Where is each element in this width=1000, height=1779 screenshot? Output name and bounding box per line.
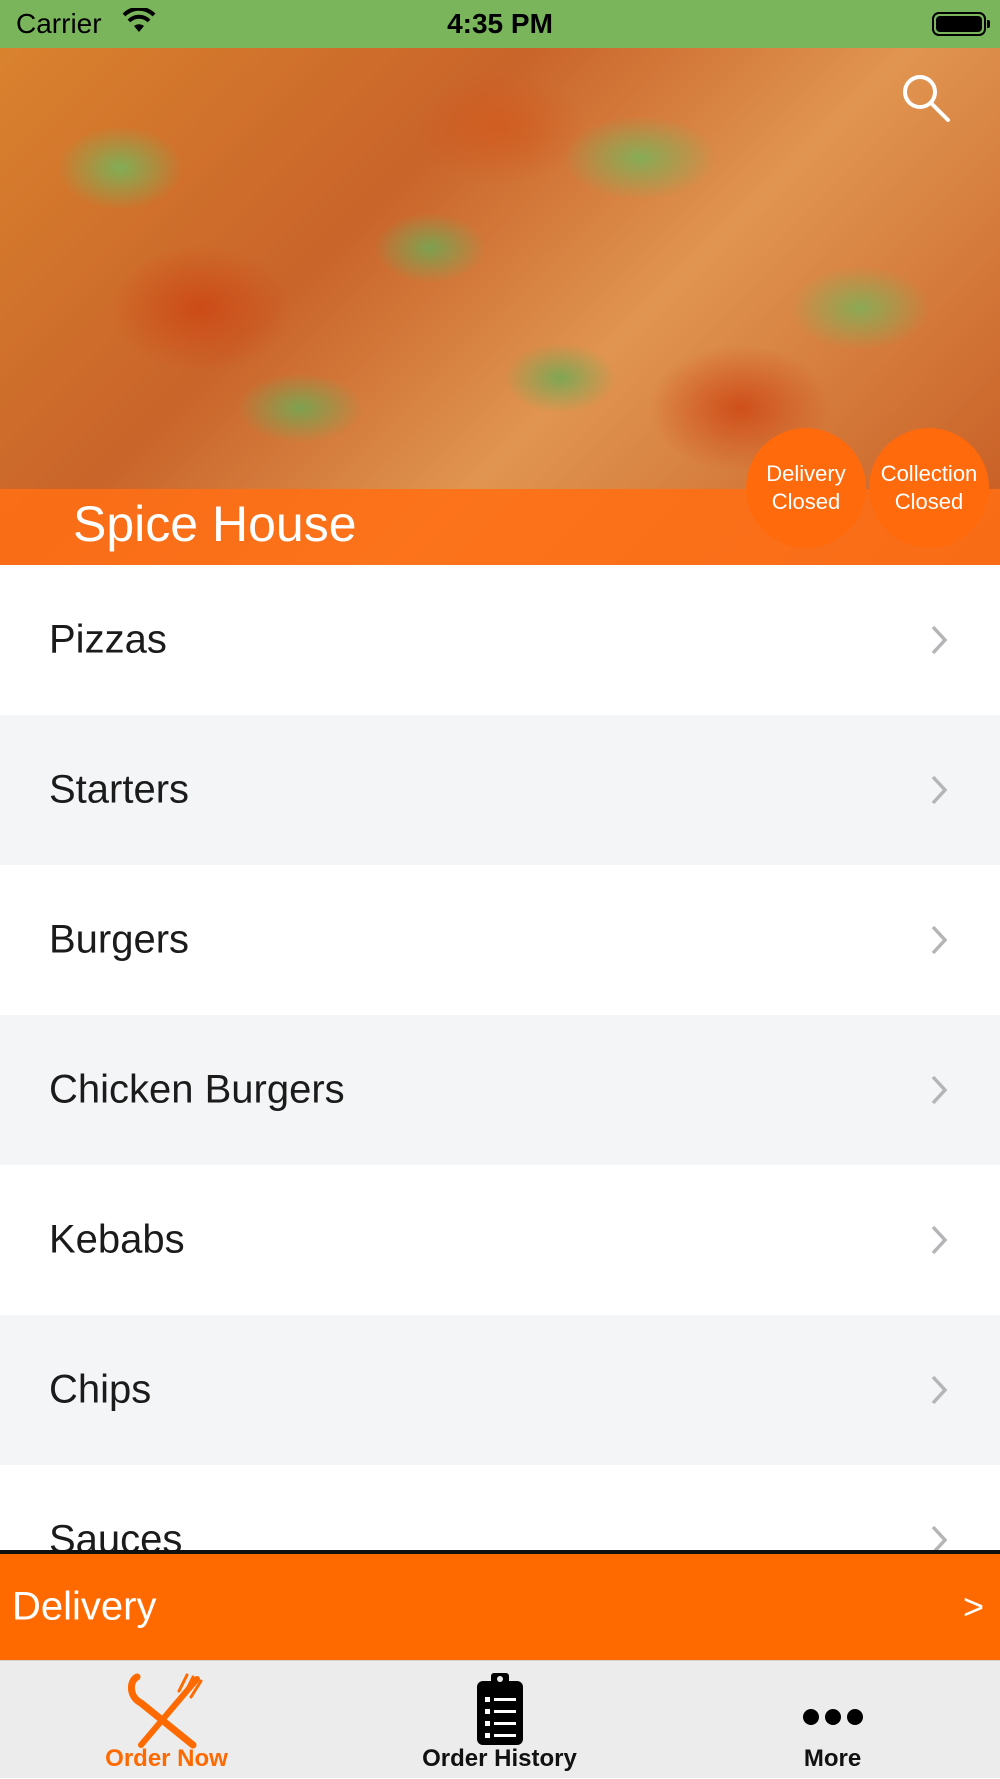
tab-label: Order Now	[105, 1745, 228, 1772]
menu-item-chips[interactable]: Chips	[0, 1315, 1000, 1465]
chevron-right-icon	[931, 925, 948, 955]
clock-time: 4:35 PM	[447, 8, 553, 39]
chevron-right-icon	[931, 1525, 948, 1550]
menu-item-label: Burgers	[49, 917, 190, 962]
clipboard-icon	[476, 1673, 523, 1745]
tab-order-history[interactable]: Order History	[333, 1661, 666, 1779]
menu-item-pizzas[interactable]: Pizzas	[0, 565, 1000, 715]
tab-label: More	[803, 1745, 862, 1772]
status-bar: Carrier 4:35 PM	[0, 0, 1000, 48]
tab-label: Order History	[422, 1745, 577, 1772]
menu-item-label: Chips	[49, 1367, 152, 1412]
menu-item-label: Kebabs	[49, 1217, 185, 1262]
battery-icon	[932, 12, 990, 36]
fork-knife-icon	[127, 1673, 202, 1749]
order-type-bar[interactable]: Delivery >	[0, 1554, 1000, 1660]
menu-item-kebabs[interactable]: Kebabs	[0, 1165, 1000, 1315]
menu-item-chicken-burgers[interactable]: Chicken Burgers	[0, 1015, 1000, 1165]
hero-banner: Spice House Delivery Closed Collection C…	[0, 48, 1000, 565]
order-type-arrow: >	[962, 1586, 984, 1627]
chevron-right-icon	[931, 1225, 948, 1255]
menu-item-sauces[interactable]: Sauces	[0, 1465, 1000, 1550]
tab-bar: Order Now Order History More	[0, 1660, 1000, 1778]
collection-status-state: Closed	[894, 489, 964, 514]
search-icon[interactable]	[900, 72, 952, 124]
chevron-right-icon	[931, 1075, 948, 1105]
delivery-status-state: Closed	[771, 489, 841, 514]
chevron-right-icon	[931, 1375, 948, 1405]
menu-item-burgers[interactable]: Burgers	[0, 865, 1000, 1015]
menu-item-label: Pizzas	[49, 617, 167, 662]
menu-item-label: Chicken Burgers	[49, 1067, 345, 1112]
chevron-right-icon	[931, 775, 948, 805]
delivery-status-title: Delivery	[766, 461, 846, 486]
chevron-right-icon	[931, 625, 948, 655]
order-type-label: Delivery	[12, 1584, 157, 1629]
menu-item-starters[interactable]: Starters	[0, 715, 1000, 865]
tab-order-now[interactable]: Order Now	[0, 1661, 333, 1779]
collection-status-badge: Collection Closed	[869, 428, 989, 548]
delivery-status-badge: Delivery Closed	[746, 428, 866, 548]
menu-item-label: Sauces	[49, 1517, 183, 1551]
restaurant-name: Spice House	[73, 496, 357, 552]
collection-status-title: Collection	[880, 461, 978, 486]
more-dots-icon	[802, 1709, 863, 1725]
menu-category-list: Pizzas Starters Burgers Chicken Burgers …	[0, 565, 1000, 1550]
tab-more[interactable]: More	[666, 1661, 999, 1779]
menu-item-label: Starters	[49, 767, 190, 812]
